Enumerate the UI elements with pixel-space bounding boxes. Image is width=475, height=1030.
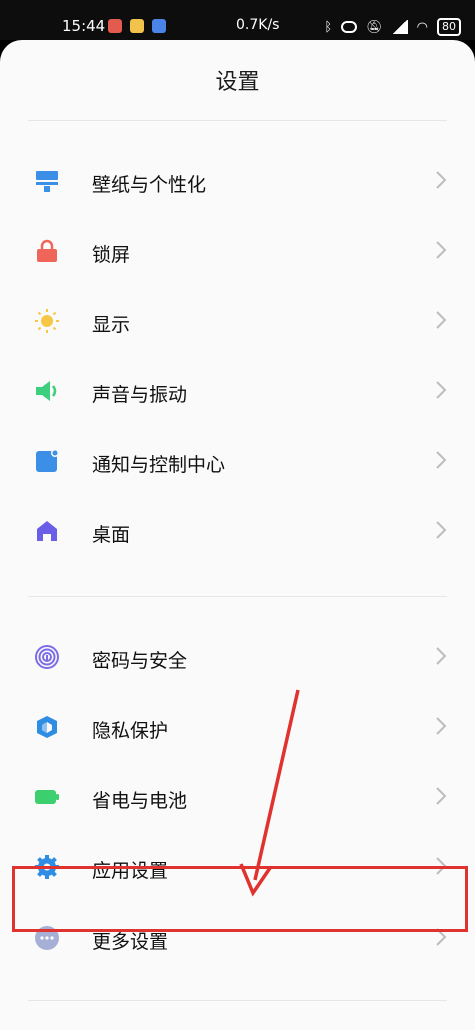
chevron-right-icon [436, 451, 447, 469]
bluetooth-icon: ᛒ [324, 19, 333, 35]
settings-item-display[interactable]: 显示 [0, 294, 475, 350]
page-title: 设置 [215, 70, 260, 95]
home-icon [37, 521, 57, 541]
status-bar: 15:44 0.7K/s ᛒ 🔕︎ ◠ 80 [0, 0, 475, 40]
vpn-icon [341, 21, 358, 33]
status-time: 15:44 [62, 17, 106, 35]
chevron-right-icon [436, 521, 447, 539]
settings-item-password-security[interactable]: 密码与安全 [0, 630, 475, 686]
lock-icon [37, 239, 57, 262]
group-divider [28, 596, 447, 597]
sun-icon [35, 309, 59, 333]
settings-item-label: 密码与安全 [92, 650, 188, 672]
settings-item-label: 声音与振动 [92, 384, 188, 406]
settings-item-label: 桌面 [92, 524, 131, 546]
privacy-shield-icon [37, 716, 57, 738]
settings-item-wallpaper[interactable]: 壁纸与个性化 [0, 154, 475, 210]
notification-app-icon [130, 19, 144, 33]
notification-icon [36, 449, 59, 472]
settings-item-notifications[interactable]: 通知与控制中心 [0, 434, 475, 490]
chevron-right-icon [436, 171, 447, 189]
mute-bell-icon: 🔕︎ [366, 19, 383, 35]
settings-item-label: 显示 [92, 314, 131, 336]
divider [28, 120, 447, 121]
settings-item-lockscreen[interactable]: 锁屏 [0, 224, 475, 280]
network-speed: 0.7K/s [236, 17, 280, 33]
settings-item-label: 壁纸与个性化 [92, 174, 207, 196]
battery-icon [35, 790, 59, 804]
battery-indicator: 80 [437, 18, 461, 36]
chevron-right-icon [436, 241, 447, 259]
settings-item-label: 省电与电池 [92, 790, 188, 812]
settings-item-label: 隐私保护 [92, 720, 169, 742]
chevron-right-icon [436, 381, 447, 399]
annotation-highlight-box [12, 866, 468, 932]
chevron-right-icon [436, 717, 447, 735]
chevron-right-icon [436, 787, 447, 805]
settings-item-desktop[interactable]: 桌面 [0, 504, 475, 560]
settings-item-privacy[interactable]: 隐私保护 [0, 700, 475, 756]
notification-app-icon [152, 19, 166, 33]
signal-icon [391, 20, 408, 34]
settings-item-label: 通知与控制中心 [92, 454, 226, 476]
wallpaper-brush-icon [36, 171, 58, 192]
fingerprint-icon [35, 645, 59, 669]
wifi-icon: ◠ [416, 19, 428, 35]
status-icons: ᛒ 🔕︎ ◠ 80 [324, 18, 461, 36]
chevron-right-icon [436, 647, 447, 665]
chevron-right-icon [436, 311, 447, 329]
notification-app-icon [108, 19, 122, 33]
speaker-icon [36, 381, 57, 401]
settings-item-label: 锁屏 [92, 244, 131, 266]
settings-item-battery[interactable]: 省电与电池 [0, 770, 475, 826]
divider [28, 1000, 447, 1001]
settings-item-sound[interactable]: 声音与振动 [0, 364, 475, 420]
